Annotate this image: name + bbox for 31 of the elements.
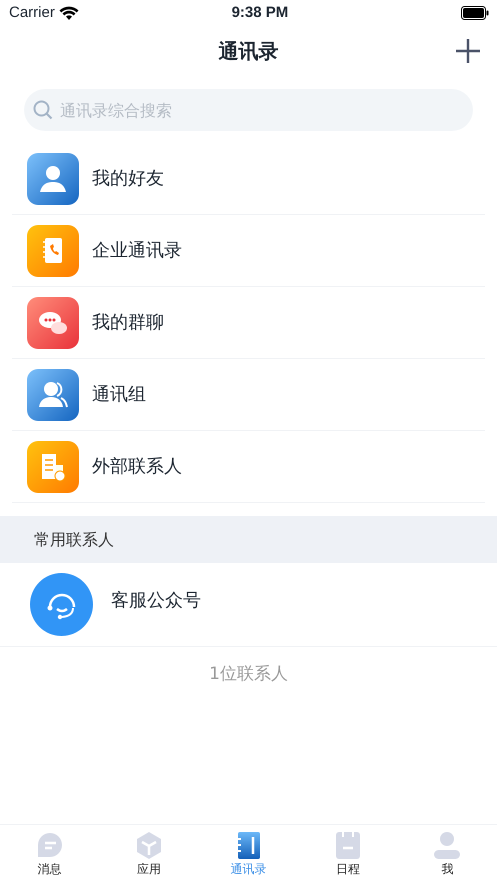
tab-item[interactable]: 应用 — [99, 825, 199, 883]
contact-count: 1位联系人 — [208, 663, 289, 686]
section-title: 常用联系人 — [34, 528, 114, 550]
search-icon — [33, 100, 53, 120]
person-icon — [433, 831, 462, 860]
address-book-icon — [27, 224, 79, 276]
menu-item[interactable]: 外部联系人 — [12, 431, 485, 503]
menu-item[interactable]: 企业通讯录 — [12, 215, 485, 287]
search-field[interactable]: 通讯录综合搜索 — [24, 89, 473, 131]
tab-item[interactable]: 日程 — [298, 825, 398, 883]
person-icon — [27, 152, 79, 204]
battery-icon — [461, 6, 489, 20]
building-icon — [27, 440, 79, 492]
tab-item[interactable]: 我 — [398, 825, 497, 883]
menu-item[interactable]: 我的好友 — [12, 143, 485, 215]
status-time: 9:38 PM — [230, 2, 290, 23]
page-title: 通讯录 — [218, 38, 278, 65]
calendar-icon — [334, 831, 362, 860]
contact-row[interactable]: 客服公众号 — [0, 563, 497, 647]
wifi-icon — [58, 6, 79, 20]
chat-bubbles-icon — [27, 296, 79, 348]
tab-item[interactable]: 消息 — [0, 825, 100, 883]
menu-item[interactable]: 通讯组 — [12, 359, 485, 431]
menu-item[interactable]: 我的群聊 — [12, 287, 485, 359]
headset-avatar-icon — [30, 573, 93, 636]
contact-name: 客服公众号 — [111, 589, 201, 613]
cube-icon — [135, 831, 164, 860]
add-icon[interactable] — [455, 38, 481, 64]
carrier-text: Carrier — [9, 2, 55, 23]
chat-icon — [36, 831, 64, 860]
people-icon — [27, 368, 79, 420]
